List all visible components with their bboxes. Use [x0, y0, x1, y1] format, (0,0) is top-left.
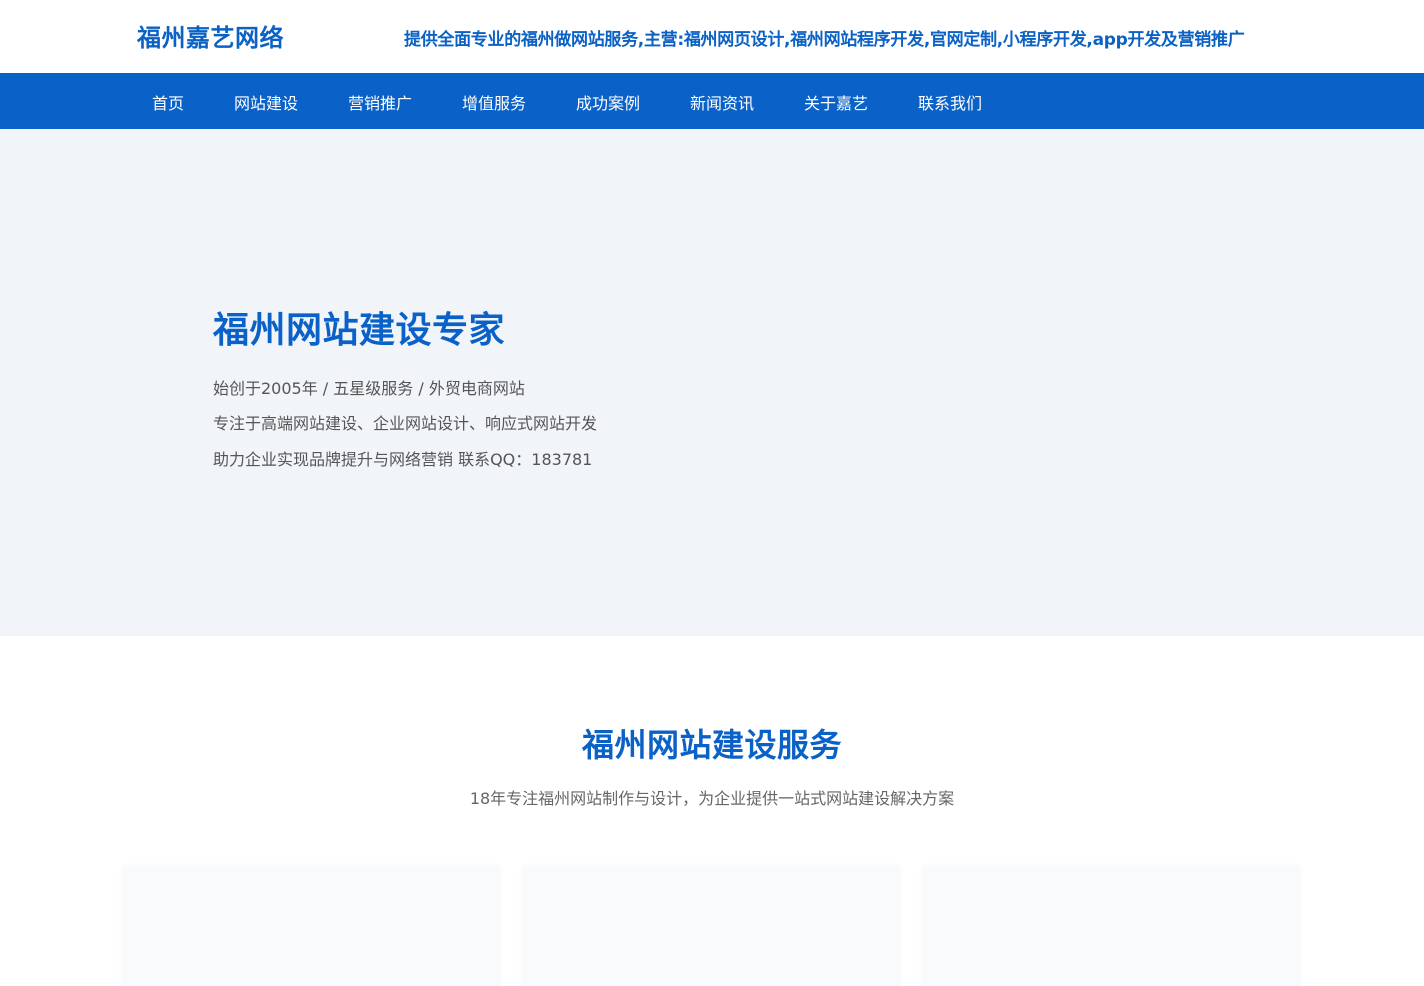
site-tagline: 提供全面专业的福州做网站服务,主营:福州网页设计,福州网站程序开发,官网定制,小…: [404, 30, 1245, 50]
service-card[interactable]: [922, 866, 1300, 986]
services-title: 福州网站建设服务: [581, 726, 842, 764]
nav-item-news[interactable]: 新闻资讯: [690, 90, 754, 114]
site-logo[interactable]: 福州嘉艺网络: [137, 18, 284, 53]
nav-item-about[interactable]: 关于嘉艺: [804, 90, 868, 114]
service-card[interactable]: [122, 866, 500, 986]
site-header: 福州嘉艺网络 提供全面专业的福州做网站服务,主营:福州网页设计,福州网站程序开发…: [0, 0, 1424, 73]
hero-line: 助力企业实现品牌提升与网络营销 联系QQ：183781: [213, 450, 593, 469]
nav-item-home[interactable]: 首页: [152, 90, 184, 114]
hero-title: 福州网站建设专家: [213, 310, 506, 351]
services-subtitle: 18年专注福州网站制作与设计，为企业提供一站式网站建设解决方案: [469, 789, 955, 808]
hero-line: 始创于2005年 / 五星级服务 / 外贸电商网站: [213, 379, 525, 398]
hero-banner: 福州网站建设专家 始创于2005年 / 五星级服务 / 外贸电商网站 专注于高端…: [0, 129, 1424, 636]
nav-item-cases[interactable]: 成功案例: [576, 90, 640, 114]
nav-item-value-added[interactable]: 增值服务: [462, 90, 526, 114]
service-card[interactable]: [522, 866, 900, 986]
nav-item-website-building[interactable]: 网站建设: [234, 90, 298, 114]
hero-line: 专注于高端网站建设、企业网站设计、响应式网站开发: [213, 414, 598, 433]
main-nav: 首页 网站建设 营销推广 增值服务 成功案例 新闻资讯 关于嘉艺 联系我们: [0, 73, 1424, 129]
nav-item-marketing[interactable]: 营销推广: [348, 90, 412, 114]
nav-item-contact[interactable]: 联系我们: [918, 90, 982, 114]
